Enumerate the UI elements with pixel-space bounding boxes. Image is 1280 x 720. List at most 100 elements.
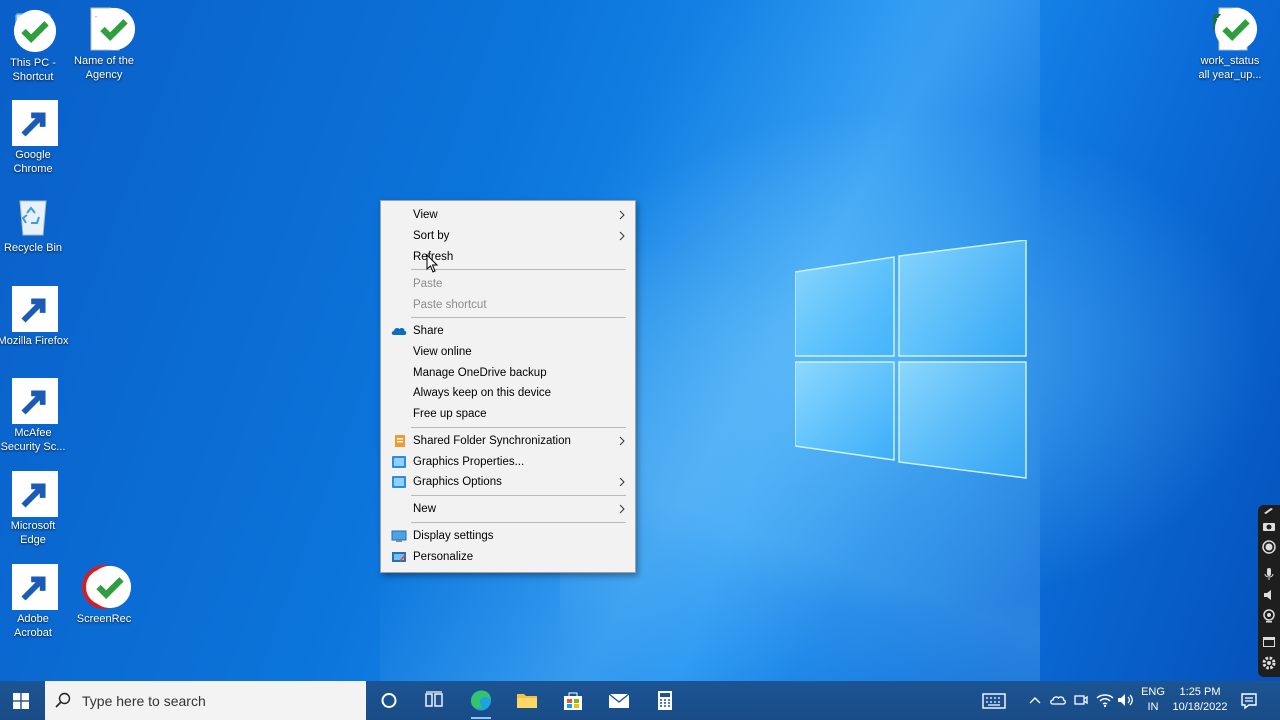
clock[interactable]: 1:25 PM 10/18/2022	[1168, 685, 1232, 715]
menu-item-refresh[interactable]: Refresh	[382, 247, 634, 267]
mail-icon[interactable]	[596, 681, 642, 720]
shortcut-arrow-icon	[12, 564, 58, 610]
record-icon[interactable]	[1262, 540, 1276, 554]
menu-item-label: Shared Folder Synchronization	[413, 435, 571, 447]
clock-date: 10/18/2022	[1172, 701, 1228, 713]
task-view-icon[interactable]	[411, 681, 457, 720]
language-region: IN	[1147, 701, 1159, 713]
clock-time: 1:25 PM	[1179, 686, 1221, 698]
menu-item-label: View online	[413, 346, 472, 358]
menu-item-label: Sort by	[413, 230, 450, 242]
desktop-icon-acrobat[interactable]: Adobe Acrobat	[0, 564, 69, 640]
shortcut-arrow-icon	[12, 471, 58, 517]
menu-item-display-settings[interactable]: Display settings	[382, 526, 634, 546]
desktop-icon-label: McAfee Security Sc...	[0, 427, 66, 453]
chevron-right-icon	[619, 477, 625, 487]
recorder-side-toolbar	[1258, 505, 1280, 677]
edge-taskbar-icon[interactable]	[458, 681, 504, 720]
wifi-icon[interactable]	[1096, 692, 1114, 708]
menu-item-personalize[interactable]: Personalize	[382, 547, 634, 567]
personalize-icon	[392, 552, 406, 562]
camera-icon[interactable]	[1262, 519, 1276, 533]
menu-item-share[interactable]: Share	[382, 321, 634, 341]
microphone-icon[interactable]	[1262, 567, 1276, 581]
menu-item-label: Manage OneDrive backup	[413, 367, 547, 379]
desktop-icon-mcafee[interactable]: McAfee Security Sc...	[0, 378, 69, 454]
sync-check-badge-icon	[88, 565, 132, 609]
chevron-up-icon[interactable]	[1028, 694, 1042, 706]
menu-item-always-keep-on-device[interactable]: Always keep on this device	[382, 383, 634, 403]
menu-item-paste[interactable]: Paste	[382, 274, 634, 294]
menu-item-label: Display settings	[413, 530, 494, 542]
taskbar: Type here to search ENG IN 1:25 PM 10/18…	[0, 681, 1280, 720]
speaker-icon[interactable]	[1262, 588, 1276, 602]
desktop-context-menu: View Sort by Refresh Paste Paste shortcu…	[380, 200, 636, 573]
desktop-icon-label: Microsoft Edge	[10, 520, 56, 546]
menu-item-shared-folder-sync[interactable]: Shared Folder Synchronization	[382, 431, 634, 451]
menu-separator	[411, 269, 626, 270]
menu-item-new[interactable]: New	[382, 499, 634, 519]
desktop-icon-word-document[interactable]: W Name of the Agency	[68, 6, 140, 82]
desktop-icon-label: Name of the Agency	[74, 55, 134, 81]
menu-item-manage-onedrive-backup[interactable]: Manage OneDrive backup	[382, 363, 634, 383]
sync-check-badge-icon	[1214, 7, 1258, 51]
taskbar-search-box[interactable]: Type here to search	[45, 681, 366, 720]
menu-item-sort-by[interactable]: Sort by	[382, 226, 634, 246]
pencil-icon[interactable]	[1262, 507, 1276, 515]
desktop-icon-firefox[interactable]: Mozilla Firefox	[0, 286, 69, 348]
desktop-icon-excel-file[interactable]: X work_status all year_up...	[1194, 6, 1266, 82]
gear-icon[interactable]	[1262, 656, 1276, 670]
microsoft-store-icon[interactable]	[550, 681, 596, 720]
desktop-icon-label: Recycle Bin	[3, 242, 63, 254]
onedrive-cloud-icon	[391, 327, 407, 335]
touch-keyboard-icon[interactable]	[982, 691, 1006, 711]
volume-icon[interactable]	[1117, 692, 1135, 708]
menu-item-graphics-options[interactable]: Graphics Options	[382, 472, 634, 492]
desktop-icon-chrome[interactable]: Google Chrome	[0, 100, 69, 176]
menu-item-label: Share	[413, 325, 444, 337]
intel-graphics-icon	[392, 476, 406, 488]
input-language-indicator[interactable]: ENG IN	[1138, 685, 1168, 715]
desktop-icon-label: Google Chrome	[13, 149, 53, 175]
menu-item-graphics-properties[interactable]: Graphics Properties...	[382, 452, 634, 472]
desktop-icon-label: work_status all year_up...	[1198, 55, 1262, 81]
desktop-icon-recycle-bin[interactable]: Recycle Bin	[0, 193, 69, 255]
desktop-icon-this-pc[interactable]: This PC - Shortcut	[0, 8, 69, 84]
menu-item-label: Free up space	[413, 408, 487, 420]
shortcut-arrow-icon	[12, 286, 58, 332]
desktop-icon-edge[interactable]: Microsoft Edge	[0, 471, 69, 547]
windows-start-icon[interactable]	[13, 693, 29, 709]
shared-folder-sync-icon	[395, 435, 405, 447]
webcam-icon[interactable]	[1262, 609, 1276, 623]
menu-item-label: Graphics Properties...	[413, 456, 525, 468]
menu-separator	[411, 522, 626, 523]
menu-item-label: View	[413, 209, 438, 221]
menu-item-view-online[interactable]: View online	[382, 342, 634, 362]
chevron-right-icon	[619, 436, 625, 446]
chevron-right-icon	[619, 231, 625, 241]
intel-graphics-icon	[392, 456, 406, 468]
menu-item-paste-shortcut[interactable]: Paste shortcut	[382, 295, 634, 315]
onedrive-tray-icon[interactable]	[1049, 693, 1067, 707]
menu-item-label: Paste shortcut	[413, 299, 487, 311]
search-icon	[55, 692, 71, 708]
window-capture-icon[interactable]	[1262, 635, 1276, 649]
menu-item-label: Graphics Options	[413, 476, 502, 488]
menu-item-free-up-space[interactable]: Free up space	[382, 404, 634, 424]
menu-item-label: Paste	[413, 278, 443, 290]
cortana-icon[interactable]	[366, 681, 412, 720]
desktop-icon-screenrec[interactable]: ScreenRec	[68, 564, 140, 626]
desktop-icon-label: This PC - Shortcut	[10, 57, 56, 83]
recycle-bin-icon	[19, 200, 47, 236]
menu-item-view[interactable]: View	[382, 205, 634, 225]
windows-logo-wallpaper	[795, 240, 1027, 479]
chevron-right-icon	[619, 210, 625, 220]
search-placeholder: Type here to search	[82, 693, 206, 709]
notification-center-icon[interactable]	[1240, 692, 1258, 710]
menu-separator	[411, 317, 626, 318]
meet-now-icon[interactable]	[1073, 692, 1089, 708]
calculator-icon[interactable]	[642, 681, 688, 720]
file-explorer-icon[interactable]	[504, 681, 550, 720]
desktop-icon-label: ScreenRec	[76, 613, 132, 625]
menu-item-label: Personalize	[413, 551, 474, 563]
